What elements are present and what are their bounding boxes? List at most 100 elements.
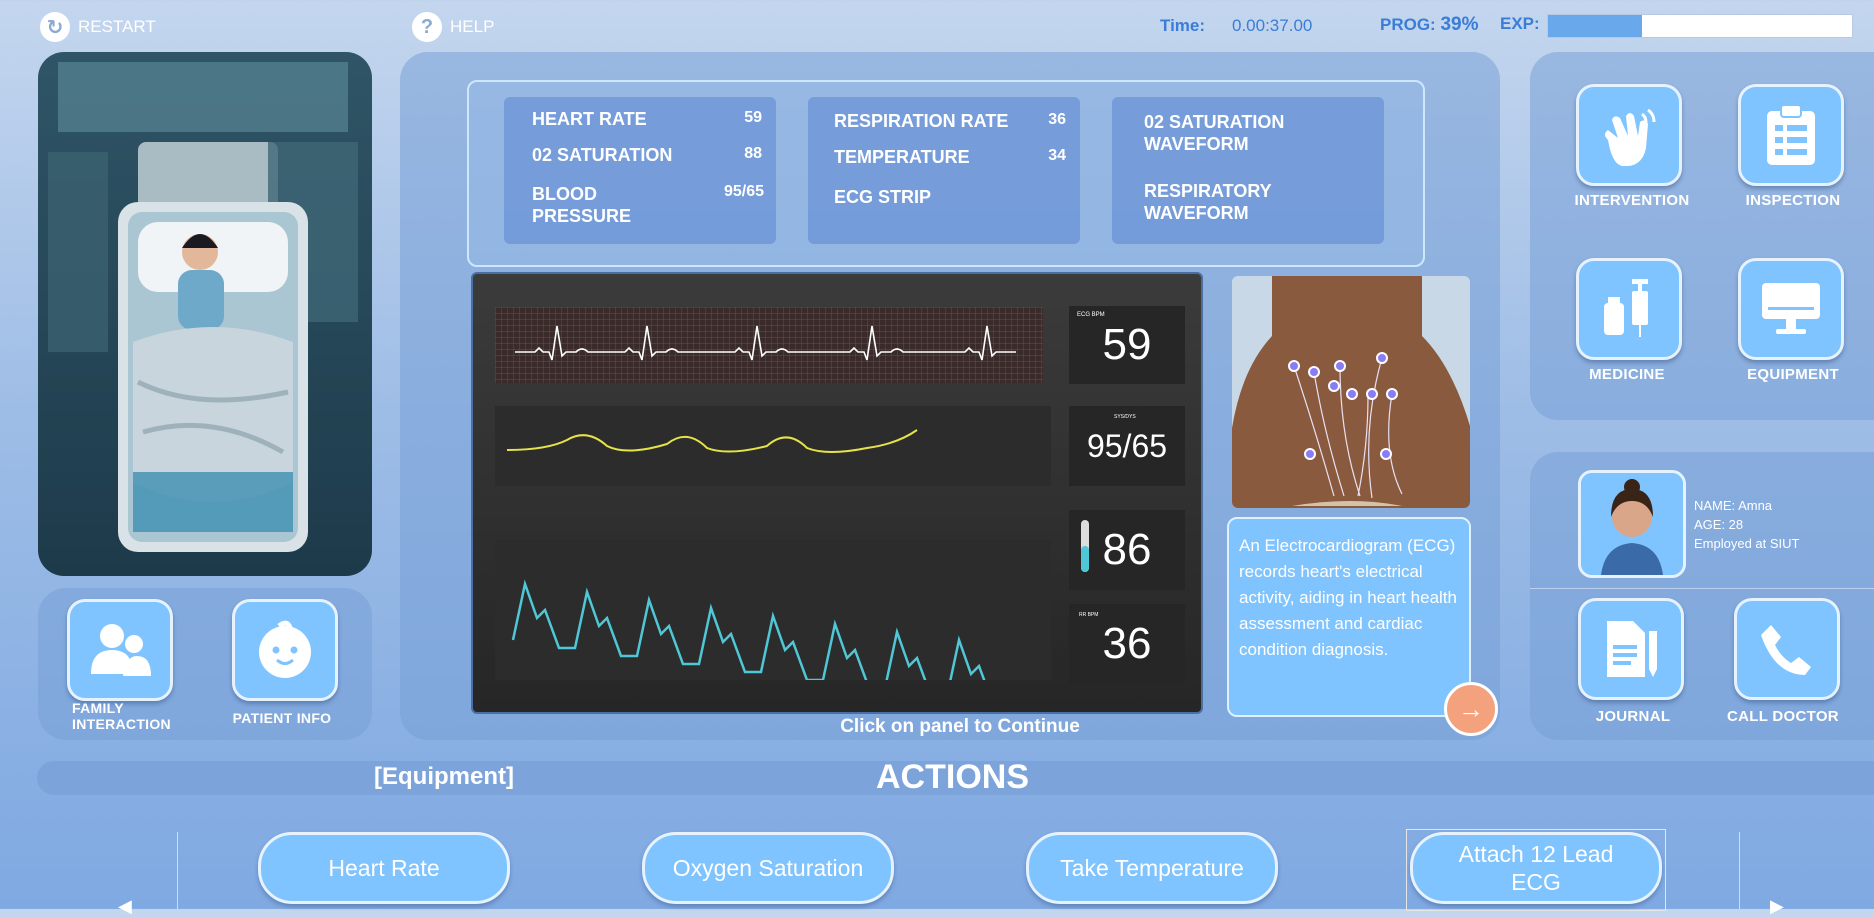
journal-label: JOURNAL [1595, 708, 1671, 725]
family-interaction-label: FAMILY INTERACTION [72, 700, 171, 732]
intervention-label: INTERVENTION [1574, 192, 1690, 209]
action-take-temperature-label: Take Temperature [1060, 855, 1244, 881]
nurse-avatar [1578, 470, 1686, 578]
equipment-label: EQUIPMENT [1747, 366, 1839, 383]
journal-icon [1607, 621, 1657, 677]
next-button[interactable]: → [1444, 682, 1498, 736]
patient-room-image[interactable] [38, 52, 372, 576]
patient-info-label: PATIENT INFO [232, 710, 332, 726]
monitor-rr-value: 36 [1102, 619, 1152, 668]
inspection-label: INSPECTION [1745, 192, 1841, 209]
patient-monitor[interactable]: ECG BPM 59 SYS/DYS 95/65 86 RR BPM 36 [471, 272, 1203, 714]
arrow-right-icon: → [1458, 693, 1484, 724]
equipment-button[interactable] [1738, 258, 1844, 360]
ecg-strip [495, 307, 1043, 383]
help-label: HELP [450, 17, 495, 36]
time-value: 0.00:37.00 [1232, 16, 1313, 35]
clipboard-icon [1767, 104, 1815, 165]
o2-saturation-label: 02 SATURATION [532, 145, 673, 165]
journal-button[interactable] [1578, 598, 1684, 700]
respiratory-waveform-row[interactable]: RESPIRATORY WAVEFORM [1144, 180, 1324, 224]
vitals-column-1[interactable]: HEART RATE 59 02 SATURATION 88 BLOOD PRE… [504, 97, 776, 244]
ecg-strip-row[interactable]: ECG STRIP [834, 187, 1066, 208]
heart-rate-row[interactable]: HEART RATE 59 [532, 109, 762, 130]
patient-bed-illustration [38, 52, 372, 576]
respiration-strip [495, 406, 1051, 486]
help-icon: ? [412, 12, 442, 42]
exp-label: EXP: [1500, 14, 1540, 33]
monitor-bp-readout: SYS/DYS 95/65 [1069, 406, 1185, 486]
ecg-electrode-image[interactable] [1232, 276, 1470, 508]
blood-pressure-row[interactable]: BLOOD PRESSURE 95/65 [532, 183, 764, 227]
spo2-waveform [511, 579, 1020, 706]
medicine-button[interactable] [1576, 258, 1682, 360]
action-take-temperature-button[interactable]: Take Temperature [1026, 832, 1278, 904]
monitor-rr-readout: RR BPM 36 [1069, 604, 1185, 684]
heart-rate-value: 59 [744, 109, 762, 126]
respiration-rate-label: RESPIRATION RATE [834, 111, 1009, 131]
monitor-rr-small-label: RR BPM [1079, 612, 1099, 618]
hand-icon [1605, 108, 1656, 166]
baby-face-icon [259, 620, 311, 678]
call-doctor-label: CALL DOCTOR [1727, 708, 1839, 725]
actions-title: ACTIONS [876, 758, 1029, 796]
exp-bar-fill [1548, 15, 1643, 37]
respiration-waveform [506, 429, 918, 453]
o2-saturation-row[interactable]: 02 SATURATION 88 [532, 145, 762, 166]
vitals-column-3[interactable]: 02 SATURATION WAVEFORM RESPIRATORY WAVEF… [1112, 97, 1384, 244]
patient-info-button[interactable] [232, 599, 338, 701]
blood-pressure-value: 95/65 [723, 183, 764, 200]
action-heart-rate-label: Heart Rate [328, 855, 440, 881]
time-label: Time: [1160, 16, 1206, 35]
nurse-details: NAME: Amna AGE: 28 Employed at SIUT [1694, 496, 1800, 553]
vitals-column-2[interactable]: RESPIRATION RATE 36 TEMPERATURE 34 ECG S… [808, 97, 1080, 244]
monitor-icon [1762, 283, 1820, 334]
inspection-button[interactable] [1738, 84, 1844, 186]
action-heart-rate-button[interactable]: Heart Rate [258, 832, 510, 904]
progress-label: PROG: [1380, 15, 1436, 34]
help-button[interactable]: ? HELP [412, 12, 494, 42]
monitor-hr-value: 59 [1102, 320, 1152, 369]
monitor-bp-value: 95/65 [1086, 427, 1168, 464]
actions-right-divider [1739, 832, 1740, 909]
respiratory-waveform-label: RESPIRATORY WAVEFORM [1144, 181, 1272, 223]
call-doctor-button[interactable] [1734, 598, 1840, 700]
spo2-strip [495, 540, 1051, 706]
ecg-strip-label: ECG STRIP [834, 187, 932, 207]
respiration-rate-value: 36 [1048, 111, 1066, 128]
o2-waveform-label: 02 SATURATION WAVEFORM [1144, 112, 1285, 154]
action-oxygen-saturation-button[interactable]: Oxygen Saturation [642, 832, 894, 904]
intervention-button[interactable] [1576, 84, 1682, 186]
monitor-hr-small-label: ECG BPM [1077, 312, 1105, 318]
monitor-spo2-value: 86 [1102, 525, 1152, 574]
restart-label: RESTART [78, 17, 156, 36]
restart-icon: ↻ [40, 12, 70, 42]
chest-electrodes-illustration [1232, 276, 1470, 508]
medicine-syringe-icon [1604, 279, 1648, 337]
nurse-age: AGE: 28 [1694, 517, 1744, 532]
ecg-info-text: An Electrocardiogram (ECG) records heart… [1239, 536, 1457, 659]
temperature-row[interactable]: TEMPERATURE 34 [834, 147, 1066, 168]
spo2-level-bar [1081, 520, 1089, 572]
temperature-value: 34 [1048, 147, 1066, 164]
heart-rate-label: HEART RATE [532, 109, 647, 129]
progress-indicator: PROG: 39% [1380, 14, 1479, 36]
actions-category: [Equipment] [374, 763, 514, 790]
o2-waveform-row[interactable]: 02 SATURATION WAVEFORM [1144, 111, 1324, 155]
restart-button[interactable]: ↻ RESTART [40, 12, 156, 42]
action-attach-ecg-button[interactable]: Attach 12 Lead ECG [1410, 832, 1662, 904]
action-attach-ecg-label: Attach 12 Lead ECG [1458, 841, 1614, 895]
monitor-spo2-readout: 86 [1069, 510, 1185, 590]
family-icon [91, 624, 151, 676]
scroll-right-arrow[interactable]: ▶ [1770, 896, 1784, 917]
exp-bar [1547, 14, 1853, 38]
respiration-rate-row[interactable]: RESPIRATION RATE 36 [834, 111, 1066, 132]
actions-left-divider [177, 832, 178, 909]
progress-value: 39% [1440, 14, 1479, 35]
blood-pressure-label: BLOOD PRESSURE [532, 184, 632, 226]
scroll-left-arrow[interactable]: ◀ [118, 896, 132, 917]
o2-saturation-value: 88 [744, 145, 762, 162]
action-oxygen-saturation-label: Oxygen Saturation [672, 855, 864, 881]
family-interaction-button[interactable] [67, 599, 173, 701]
nurse-name: NAME: Amna [1694, 498, 1773, 513]
